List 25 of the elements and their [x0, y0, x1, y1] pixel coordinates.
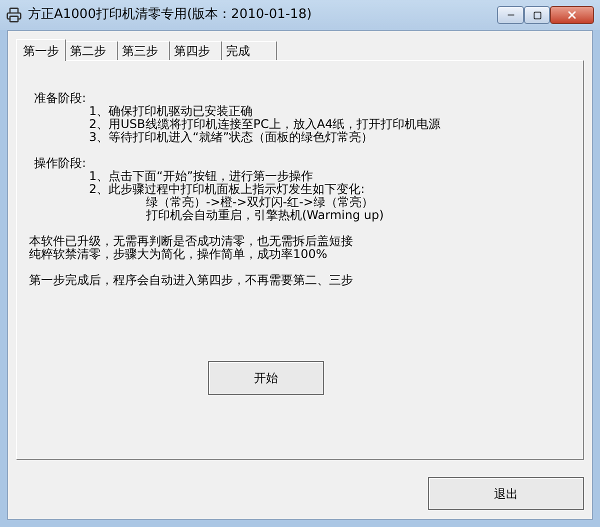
text-line: 纯粹软禁清零，步骤大为简化，操作简单，成功率100% — [29, 248, 328, 261]
tab[interactable]: 完成 — [222, 41, 277, 60]
exit-button[interactable]: 退出 — [428, 477, 584, 510]
tab[interactable]: 第二步 — [66, 41, 118, 60]
text-line: 2、用USB线缆将打印机连接至PC上，放入A4纸，打开打印机电源 — [88, 118, 442, 131]
text-line: 绿（常亮）->橙->双灯闪-红->绿（常亮） — [145, 196, 374, 209]
close-icon — [566, 9, 578, 21]
maximize-button[interactable] — [524, 6, 550, 24]
tab[interactable]: 第一步 — [16, 39, 66, 61]
text-line: 打印机会自动重启，引擎热机(Warming up) — [145, 209, 385, 222]
close-button[interactable] — [550, 6, 594, 24]
text-line: 2、此步骤过程中打印机面板上指示灯发生如下变化: — [88, 183, 366, 196]
printer-icon — [6, 7, 22, 23]
window-title: 方正A1000打印机清零专用(版本：2010-01-18) — [28, 6, 313, 24]
start-button[interactable]: 开始 — [208, 361, 324, 395]
section-heading: 操作阶段: — [33, 157, 88, 170]
tab[interactable]: 第三步 — [118, 41, 170, 60]
text-line: 本软件已升级，无需再判断是否成功清零，也无需拆后盖短接 — [29, 235, 354, 248]
text-line: 第一步完成后，程序会自动进入第四步，不再需要第二、三步 — [29, 274, 354, 287]
tab[interactable]: 第四步 — [170, 41, 222, 60]
text-line: 1、确保打印机驱动已安装正确 — [88, 105, 254, 118]
text-line: 3、等待打印机进入“就绪”状态（面板的绿色灯常亮） — [88, 131, 374, 144]
section-heading: 准备阶段: — [33, 92, 88, 105]
maximize-icon — [532, 10, 542, 20]
text-line: 1、点击下面“开始”按钮，进行第一步操作 — [88, 170, 314, 183]
